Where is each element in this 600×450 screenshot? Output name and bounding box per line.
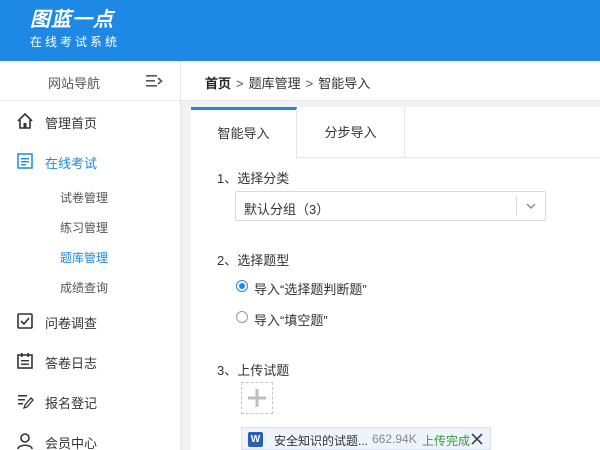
radio-button[interactable]	[236, 280, 248, 292]
exam-icon	[17, 153, 33, 169]
tab-bar: 智能导入 分步导入	[191, 107, 600, 159]
upload-button[interactable]	[241, 382, 273, 414]
radio-button[interactable]	[236, 311, 248, 323]
user-icon	[17, 433, 33, 450]
sidebar-subitem-score-query[interactable]: 成绩查询	[60, 279, 108, 296]
sidebar-item-home[interactable]: 管理首页	[0, 101, 180, 141]
breadcrumb: 首页 > 题库管理 > 智能导入	[205, 73, 370, 92]
sidebar-header: 网站导航	[0, 61, 180, 101]
sidebar: 网站导航 管理首页 在线考试 试卷管理 练习管理 题库管理 成绩查询 问卷调查 …	[0, 61, 181, 450]
sidebar-item-label: 答卷日志	[45, 356, 98, 371]
sidebar-subitem-question-bank[interactable]: 题库管理	[60, 249, 108, 266]
radio-label: 导入“选择题判断题”	[254, 282, 367, 297]
sidebar-item-label: 会员中心	[45, 436, 98, 450]
breadcrumb-level1[interactable]: 题库管理	[249, 76, 301, 91]
home-icon	[17, 112, 33, 129]
tab-smart-import[interactable]: 智能导入	[191, 107, 297, 159]
import-panel: 智能导入 分步导入 1、选择分类 默认分组（3） 2、选择题型 导入“选择题判断…	[191, 107, 600, 450]
radio-label: 导入“填空题”	[254, 313, 328, 328]
upload-status: 上传完成	[422, 434, 471, 448]
category-select[interactable]: 默认分组（3）	[235, 191, 546, 221]
sidebar-item-label: 报名登记	[45, 396, 98, 411]
sidebar-item-online-exam[interactable]: 在线考试	[0, 141, 180, 181]
log-icon	[17, 353, 33, 369]
step3-title: 3、上传试题	[217, 363, 290, 378]
file-size: 662.94K	[372, 432, 417, 446]
select-divider	[516, 197, 517, 215]
sidebar-item-label: 管理首页	[45, 116, 98, 131]
breadcrumb-current: 智能导入	[318, 76, 371, 91]
sidebar-header-label: 网站导航	[48, 76, 101, 91]
chevron-down-icon	[526, 203, 536, 209]
file-name: 安全知识的试题...	[274, 434, 369, 448]
breadcrumb-bar: 首页 > 题库管理 > 智能导入	[181, 61, 600, 101]
close-icon[interactable]	[470, 432, 484, 446]
app-title: 图蓝一点	[30, 9, 114, 31]
breadcrumb-home[interactable]: 首页	[205, 76, 231, 91]
checkbox-icon	[17, 313, 33, 329]
plus-icon	[248, 389, 266, 407]
sidebar-subitem-paper-manage[interactable]: 试卷管理	[60, 189, 108, 206]
step2-title: 2、选择题型	[217, 253, 290, 268]
top-header: 图蓝一点 在线考试系统	[0, 0, 600, 61]
sidebar-item-member-center[interactable]: 会员中心	[0, 421, 180, 450]
breadcrumb-separator: >	[236, 76, 244, 91]
menu-collapse-icon[interactable]	[145, 73, 163, 89]
breadcrumb-separator: >	[305, 76, 314, 91]
category-select-value: 默认分组（3）	[244, 202, 330, 217]
word-file-icon: W	[248, 432, 263, 447]
sidebar-item-label: 在线考试	[45, 156, 98, 171]
sidebar-item-survey[interactable]: 问卷调查	[0, 301, 180, 341]
app-subtitle: 在线考试系统	[30, 35, 121, 49]
tab-step-import[interactable]: 分步导入	[297, 107, 405, 158]
sidebar-item-label: 问卷调查	[45, 316, 98, 331]
register-icon	[18, 395, 34, 410]
brand-logo: 图蓝一点 在线考试系统	[30, 9, 120, 49]
step1-title: 1、选择分类	[217, 171, 290, 186]
sidebar-item-registration[interactable]: 报名登记	[0, 381, 180, 421]
sidebar-item-answer-log[interactable]: 答卷日志	[0, 341, 180, 381]
uploaded-file-item: W 安全知识的试题... 662.94K 上传完成	[241, 427, 491, 450]
sidebar-subitem-practice-manage[interactable]: 练习管理	[60, 219, 108, 236]
